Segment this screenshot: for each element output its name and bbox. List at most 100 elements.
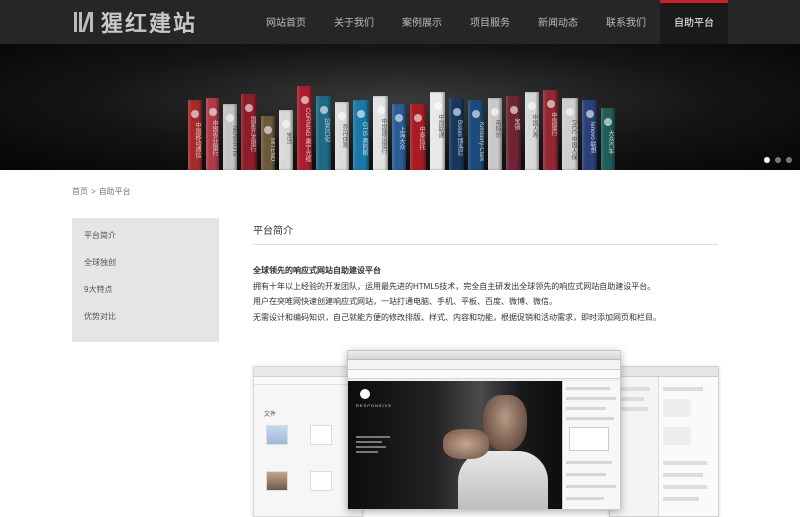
- brand-logo-icon: [472, 110, 480, 118]
- intro-text: 全球领先的响应式网站自助建设平台 拥有十年以上经验的开发团队，运用最先进的HTM…: [253, 263, 718, 325]
- brand-name: 乔丹体育: [341, 124, 347, 148]
- sidebar-item[interactable]: 全球独创: [72, 249, 219, 276]
- brand-book: Kimberly-Clark: [468, 100, 484, 170]
- brand-logo-icon: [208, 108, 217, 116]
- brand-name: 拉芳日化: [323, 118, 329, 142]
- nav-item[interactable]: 新闻动态: [524, 0, 592, 44]
- brand-logo-icon: [338, 112, 346, 120]
- brand-logo-icon: [546, 100, 555, 108]
- brand-book: 中国联通: [430, 92, 445, 170]
- nav-item[interactable]: 网站首页: [252, 0, 320, 44]
- brand-logo-icon: [264, 126, 272, 134]
- sidebar-item[interactable]: 优势对比: [72, 303, 219, 330]
- brand-logo-icon: [491, 108, 499, 116]
- nav-item[interactable]: 项目服务: [456, 0, 524, 44]
- brand-logo-icon: [300, 96, 309, 104]
- brand-book: 中国建设银行: [373, 96, 388, 170]
- brand-name: 英特尔: [494, 120, 500, 138]
- slider-dot[interactable]: [775, 157, 781, 163]
- breadcrumb-separator: >: [91, 187, 96, 196]
- brand-book: 中国移动通信: [188, 100, 202, 170]
- brand-logo-icon: [414, 114, 422, 122]
- book-shelf-illustration: 中国移动通信 中国农业银行 NOVARTIS 国家开发银行 MITENO 宝洁 CORNIN…: [180, 44, 624, 170]
- slider-dot[interactable]: [786, 157, 792, 163]
- brand-book: PICC 中国人保: [562, 98, 578, 170]
- brand-name: PICC 中国人保: [570, 120, 576, 161]
- brand-name: 国家开发银行: [249, 116, 255, 152]
- brand-book: 中国银行: [543, 90, 558, 170]
- logo-text: 猩红建站: [101, 11, 198, 36]
- brand-logo-icon: [226, 114, 234, 122]
- brand-book: NOVARTIS: [223, 104, 237, 170]
- site-header: 猩红建站 网站首页 关于我们 案例展示 项目服务 新闻动态 联系我们 自助平台: [0, 0, 800, 44]
- brand-name: CORNING 康宁光缆: [304, 108, 310, 162]
- brand-name: 中国移动通信: [194, 122, 200, 158]
- brand-name: NOVARTIS: [231, 126, 237, 157]
- brand-book: MITENO: [261, 116, 275, 170]
- breadcrumb-current: 自助平台: [98, 187, 131, 196]
- brand-name: Boloni 博洛尼: [456, 120, 462, 157]
- brand-logo-icon: [191, 110, 199, 118]
- main-nav: 网站首页 关于我们 案例展示 项目服务 新闻动态 联系我们 自助平台: [252, 0, 728, 44]
- intro-headline: 全球领先的响应式网站自助建设平台: [253, 266, 381, 275]
- brand-book: 宝钢: [506, 96, 521, 170]
- brand-logo-icon: [282, 120, 290, 128]
- breadcrumb-home-link[interactable]: 首页: [72, 187, 88, 196]
- nav-item[interactable]: 案例展示: [388, 0, 456, 44]
- nav-item[interactable]: 关于我们: [320, 0, 388, 44]
- file-manager-title: 文件: [264, 412, 277, 418]
- brand-logo-icon: [433, 102, 442, 110]
- logo-mark-icon: [73, 11, 95, 33]
- image-thumbnail: [266, 471, 288, 491]
- sidebar-nav: 平台简介 全球独创 9大特点 优势对比: [72, 218, 219, 342]
- slider-dot[interactable]: [764, 157, 770, 163]
- brand-name: 中国农业银行: [211, 120, 217, 156]
- file-icon: [310, 471, 332, 491]
- brand-name: 大众汽车: [607, 130, 613, 154]
- brand-name: OTIS 奥的斯: [361, 122, 367, 156]
- brand-book: 中泰信托: [410, 104, 426, 170]
- brand-logo-icon: [357, 110, 365, 118]
- breadcrumb: 首页 > 自助平台: [72, 186, 131, 197]
- brand-book: 大众汽车: [601, 108, 615, 170]
- brand-logo-icon: [452, 108, 461, 116]
- brand-name: 中泰信托: [418, 126, 424, 150]
- site-logo[interactable]: 猩红建站: [73, 8, 197, 36]
- brand-name: Kimberly-Clark: [478, 122, 484, 162]
- editor-properties-panel: [562, 381, 620, 509]
- nav-item[interactable]: 联系我们: [592, 0, 660, 44]
- brand-name: 中国银行: [550, 112, 556, 136]
- brand-logo-icon: [245, 104, 253, 112]
- brand-logo-icon: [319, 106, 328, 114]
- brand-name: 中国建设银行: [380, 118, 386, 154]
- brand-name: 中国人寿: [531, 114, 537, 138]
- site-editor-window: RESPONSIVE: [347, 350, 621, 510]
- brand-book: 乔丹体育: [335, 102, 349, 170]
- main-content: 平台简介 全球领先的响应式网站自助建设平台 拥有十年以上经验的开发团队，运用最先…: [253, 218, 718, 325]
- brand-logo-icon: [604, 118, 612, 126]
- hero-banner: 中国移动通信 中国农业银行 NOVARTIS 国家开发银行 MITENO 宝洁 CORNIN…: [0, 44, 800, 170]
- nav-item[interactable]: 自助平台: [660, 0, 728, 44]
- brand-book: OTIS 奥的斯: [353, 100, 369, 170]
- slider-dots: [764, 157, 792, 163]
- brand-logo-icon: [395, 114, 403, 122]
- intro-paragraph: 用户在突唯网快速创建响应式网站，一站打通电脑、手机、平板、百度、微博、微信。: [253, 297, 557, 306]
- preview-brand: RESPONSIVE: [356, 403, 393, 408]
- brand-book: 中国农业银行: [206, 98, 219, 170]
- brand-logo-icon: [509, 106, 518, 114]
- folder-icon: [266, 425, 288, 445]
- intro-paragraph: 无需设计和编码知识，自己就能方便的修改排版、样式、内容和功能，根据促销和活动需求…: [253, 312, 661, 322]
- brand-logo-icon: [376, 106, 385, 114]
- platform-screenshot-collage: 文件 RESPONSIVE: [253, 350, 719, 517]
- editor-preview-photo: RESPONSIVE: [348, 381, 562, 509]
- sidebar-item[interactable]: 平台简介: [72, 222, 219, 249]
- brand-book: CORNING 康宁光缆: [297, 86, 312, 170]
- intro-paragraph: 拥有十年以上经验的开发团队，运用最先进的HTML5技术，完全自主研发出全球领先的…: [253, 281, 656, 291]
- settings-panel: [658, 377, 718, 516]
- brand-logo-icon: [585, 110, 594, 118]
- brand-badge-icon: [360, 389, 370, 399]
- brand-name: 上海大众: [398, 126, 404, 150]
- sidebar-item[interactable]: 9大特点: [72, 276, 219, 303]
- brand-book: 英特尔: [488, 98, 502, 170]
- brand-logo-icon: [528, 102, 536, 110]
